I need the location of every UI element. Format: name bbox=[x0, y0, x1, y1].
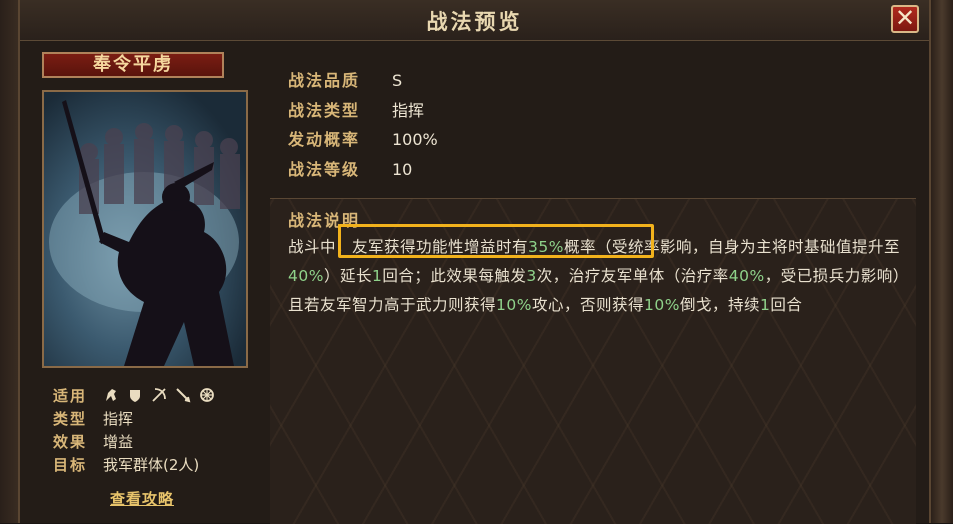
description-number: 40% bbox=[728, 267, 765, 285]
skill-name: 奉令平虏 bbox=[42, 52, 224, 78]
attr-effect-label: 效果 bbox=[53, 433, 88, 451]
spear-icon bbox=[176, 388, 191, 403]
close-icon: ✕ bbox=[894, 4, 916, 32]
quality-label: 战法品质 bbox=[288, 71, 361, 90]
info-type: 战法类型 指挥 bbox=[288, 98, 908, 128]
rate-value: 100% bbox=[392, 130, 438, 149]
description-number: 1 bbox=[759, 296, 771, 314]
skill-attributes: 适用 类型 指挥 效果 增益 目标 我军群体(2人) bbox=[53, 385, 253, 477]
description-segment: 攻心，否则获得 bbox=[531, 296, 644, 314]
description-segment: 回合；此效果每触发 bbox=[382, 267, 527, 285]
rate-label: 发动概率 bbox=[288, 130, 361, 149]
attr-suitable-label: 适用 bbox=[53, 387, 88, 405]
description-segment: 次，治疗友军单体（治疗率 bbox=[536, 267, 729, 285]
title-bar: 战法预览 ✕ bbox=[20, 0, 929, 41]
type-value: 指挥 bbox=[392, 100, 425, 120]
skill-artwork bbox=[42, 90, 248, 368]
description-number: 3 bbox=[526, 267, 537, 285]
skill-info: 战法品质 S 战法类型 指挥 发动概率 100% 战法等级 10 bbox=[288, 68, 908, 186]
highlight-box bbox=[338, 224, 654, 258]
attr-effect: 效果 增益 bbox=[53, 431, 253, 454]
description-segment: 倒戈，持续 bbox=[679, 296, 760, 314]
attr-target-value: 我军群体(2人) bbox=[103, 456, 200, 474]
attr-suitable: 适用 bbox=[53, 385, 253, 408]
attr-type: 类型 指挥 bbox=[53, 408, 253, 431]
description-number: 10% bbox=[496, 296, 532, 314]
attr-type-value: 指挥 bbox=[103, 410, 134, 428]
description-segment: ）延长 bbox=[323, 267, 372, 285]
shield-icon bbox=[130, 390, 140, 402]
attr-target-label: 目标 bbox=[53, 456, 88, 474]
attr-target: 目标 我军群体(2人) bbox=[53, 454, 253, 477]
level-value: 10 bbox=[392, 159, 413, 179]
type-label: 战法类型 bbox=[288, 100, 361, 120]
bow-icon bbox=[152, 388, 166, 402]
troop-type-icons bbox=[103, 387, 215, 403]
background-right bbox=[931, 0, 953, 523]
info-level: 战法等级 10 bbox=[288, 157, 908, 187]
level-label: 战法等级 bbox=[288, 159, 361, 179]
cavalry-icon bbox=[106, 389, 116, 401]
info-rate: 发动概率 100% bbox=[288, 127, 908, 157]
skill-preview-dialog: 战法预览 ✕ 奉令平虏 适用 类型 指挥 效果 增益 目标 我军群体(2人) 查… bbox=[18, 0, 931, 524]
attr-effect-value: 增益 bbox=[103, 433, 134, 451]
attr-type-label: 类型 bbox=[53, 410, 88, 428]
description-segment: 回合 bbox=[770, 296, 803, 314]
description-number: 1 bbox=[371, 267, 383, 285]
view-guide-link[interactable]: 查看攻略 bbox=[110, 488, 174, 509]
close-button[interactable]: ✕ bbox=[891, 5, 919, 33]
description-number: 40% bbox=[288, 267, 324, 285]
info-quality: 战法品质 S bbox=[288, 68, 908, 98]
wheel-icon bbox=[200, 388, 214, 402]
quality-value: S bbox=[392, 71, 403, 90]
description-number: 10% bbox=[643, 296, 680, 314]
dialog-title: 战法预览 bbox=[426, 9, 523, 34]
